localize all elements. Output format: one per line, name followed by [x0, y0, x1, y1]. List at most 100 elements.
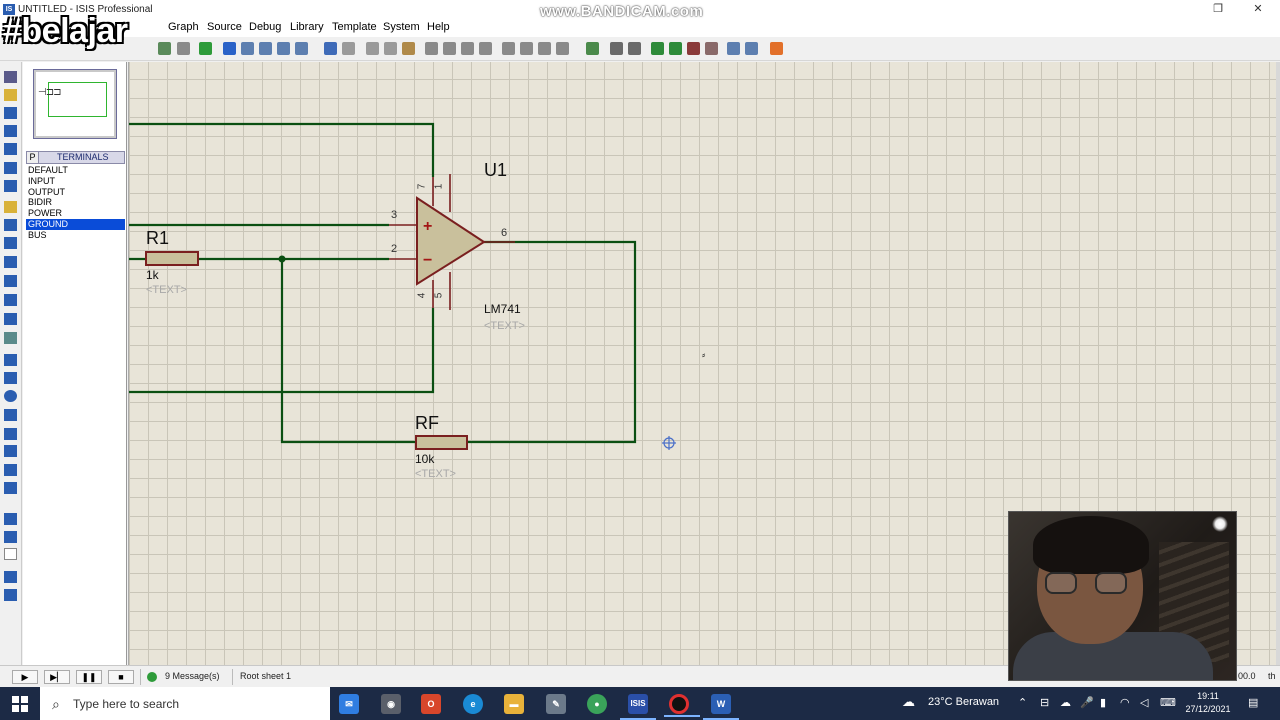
path-tool-icon[interactable] [4, 428, 17, 440]
electrical-rules-icon[interactable] [727, 42, 740, 55]
office-icon[interactable]: O [421, 694, 441, 714]
terminals-mode-icon[interactable] [4, 201, 17, 213]
edge-browser-icon[interactable]: e [463, 694, 483, 714]
line-tool-icon[interactable] [4, 354, 17, 366]
block-move-icon[interactable] [443, 42, 456, 55]
rotate-clockwise-icon[interactable] [4, 513, 17, 525]
new-sheet-icon[interactable] [651, 42, 664, 55]
file-explorer-icon[interactable]: ▬ [504, 694, 524, 714]
menu-system[interactable]: System [383, 21, 420, 33]
microphone-icon[interactable]: 🎤 [1080, 696, 1094, 709]
rotate-anticlockwise-icon[interactable] [4, 531, 17, 543]
terminal-default[interactable]: DEFAULT [26, 165, 125, 176]
text-tool-icon[interactable] [4, 445, 17, 457]
paste-icon[interactable] [402, 42, 415, 55]
terminal-bus[interactable]: BUS [26, 230, 125, 241]
messages-count[interactable]: 9 Message(s) [165, 671, 220, 681]
exit-to-parent-icon[interactable] [687, 42, 700, 55]
close-button[interactable]: ✕ [1248, 2, 1268, 17]
rotation-angle-field[interactable] [4, 548, 17, 560]
menu-template[interactable]: Template [332, 21, 377, 33]
block-delete-icon[interactable] [479, 42, 492, 55]
taskbar-clock[interactable]: 19:11 27/12/2021 [1182, 690, 1234, 716]
language-icon[interactable]: ⌨ [1160, 696, 1176, 709]
arc-tool-icon[interactable] [4, 409, 17, 421]
origin-icon[interactable] [199, 42, 212, 55]
zoom-out-icon[interactable] [259, 42, 272, 55]
battery-icon[interactable]: ▮ [1100, 696, 1106, 709]
tray-cloud-icon[interactable]: ☁ [1060, 696, 1071, 709]
terminal-output[interactable]: OUTPUT [26, 187, 125, 198]
overview-window[interactable]: ⊣⊐⊐ [33, 69, 117, 139]
chrome-icon[interactable]: ● [587, 694, 607, 714]
subcircuit-mode-icon[interactable] [4, 180, 17, 192]
voltage-probe-icon[interactable] [4, 294, 17, 306]
decompose-icon[interactable] [556, 42, 569, 55]
terminal-ground[interactable]: GROUND [26, 218, 125, 230]
word-icon[interactable]: W [703, 694, 739, 720]
pan-icon[interactable] [223, 42, 236, 55]
bus-mode-icon[interactable] [4, 162, 17, 174]
netlist-icon[interactable] [745, 42, 758, 55]
stop-button[interactable]: ■ [108, 670, 134, 684]
play-button[interactable]: ▶ [12, 670, 38, 684]
terminal-bidir[interactable]: BIDIR [26, 197, 125, 208]
notifications-icon[interactable]: ▤ [1248, 696, 1258, 709]
tray-app-icon[interactable]: ⊟ [1040, 696, 1049, 709]
isis-taskbar-icon[interactable]: ISIS [620, 694, 656, 720]
box-tool-icon[interactable] [4, 372, 17, 384]
wire-autorouter-icon[interactable] [586, 42, 599, 55]
zoom-area-icon[interactable] [295, 42, 308, 55]
pause-button[interactable]: ❚❚ [76, 670, 102, 684]
taskbar-search[interactable]: ⌕ Type here to search [40, 687, 330, 720]
cut-icon[interactable] [366, 42, 379, 55]
restore-button[interactable]: ❐ [1208, 2, 1228, 17]
zoom-all-icon[interactable] [277, 42, 290, 55]
zoom-in-icon[interactable] [241, 42, 254, 55]
mirror-y-icon[interactable] [4, 589, 17, 601]
menu-debug[interactable]: Debug [249, 21, 281, 33]
text-script-mode-icon[interactable] [4, 143, 17, 155]
symbol-tool-icon[interactable] [4, 464, 17, 476]
block-rotate-icon[interactable] [461, 42, 474, 55]
undo-icon[interactable] [324, 42, 337, 55]
make-device-icon[interactable] [520, 42, 533, 55]
terminal-input[interactable]: INPUT [26, 176, 125, 187]
generator-mode-icon[interactable] [4, 275, 17, 287]
packaging-icon[interactable] [538, 42, 551, 55]
terminal-power[interactable]: POWER [26, 208, 125, 219]
mirror-x-icon[interactable] [4, 571, 17, 583]
camera-icon[interactable]: ◉ [381, 694, 401, 714]
redo-icon[interactable] [342, 42, 355, 55]
app-tool-icon[interactable]: ✎ [546, 694, 566, 714]
pick-button[interactable]: P [27, 152, 39, 163]
menu-library[interactable]: Library [290, 21, 324, 33]
ares-icon[interactable] [770, 42, 783, 55]
junction-mode-icon[interactable] [4, 107, 17, 119]
virtual-instruments-icon[interactable] [4, 332, 17, 344]
refresh-icon[interactable] [158, 42, 171, 55]
speaker-icon[interactable]: ◁ [1140, 696, 1148, 709]
circle-tool-icon[interactable] [4, 390, 17, 402]
weather-cloud-icon[interactable]: ☁ [902, 694, 915, 710]
selection-mode-icon[interactable] [4, 71, 17, 83]
weather-readout[interactable]: 23°C Berawan [928, 696, 999, 708]
mail-icon[interactable]: ✉ [339, 694, 359, 714]
component-mode-icon[interactable] [4, 89, 17, 101]
bill-of-materials-icon[interactable] [705, 42, 718, 55]
step-button[interactable]: ▶▏ [44, 670, 70, 684]
menu-graph[interactable]: Graph [168, 21, 199, 33]
message-status-icon[interactable] [147, 672, 157, 682]
property-tool-icon[interactable] [628, 42, 641, 55]
current-probe-icon[interactable] [4, 313, 17, 325]
copy-icon[interactable] [384, 42, 397, 55]
vertical-scrollbar[interactable] [1276, 62, 1280, 665]
windows-start-icon[interactable] [12, 696, 28, 712]
menu-help[interactable]: Help [427, 21, 450, 33]
wifi-icon[interactable]: ◠ [1120, 696, 1130, 709]
marker-tool-icon[interactable] [4, 482, 17, 494]
pin-mode-icon[interactable] [4, 219, 17, 231]
tape-recorder-icon[interactable] [4, 256, 17, 268]
pick-device-icon[interactable] [502, 42, 515, 55]
grid-toggle-icon[interactable] [177, 42, 190, 55]
